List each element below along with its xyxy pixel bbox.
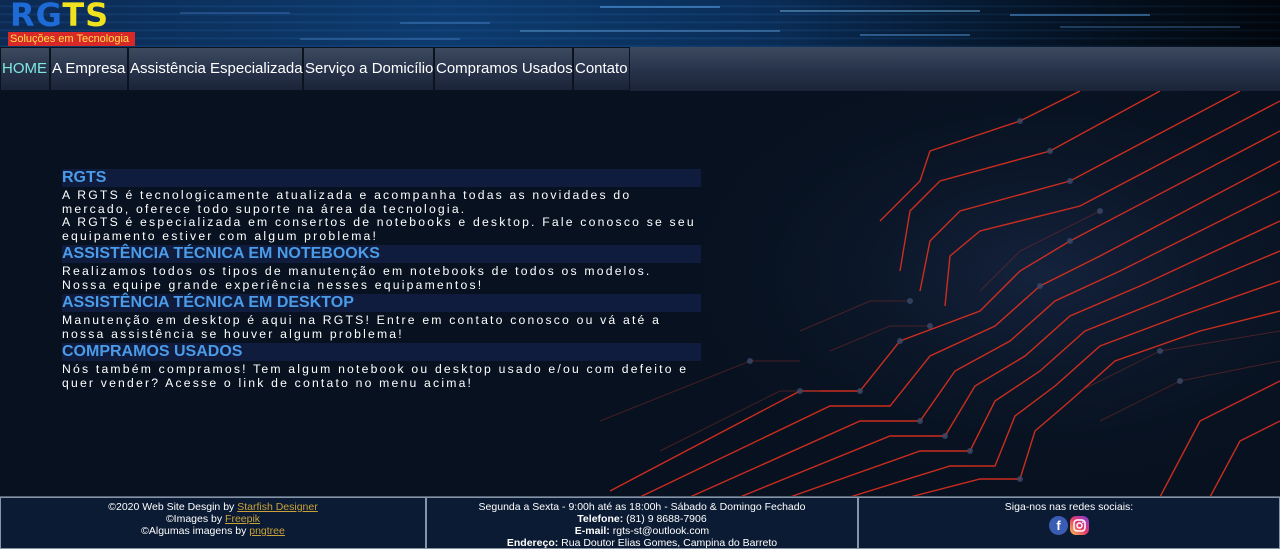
starfish-designer-link[interactable]: Starfish Designer xyxy=(237,501,318,513)
credits-text: ©2020 Web Site Desgin by xyxy=(108,501,238,513)
section-title: ASSISTÊNCIA TÉCNICA EM NOTEBOOKS xyxy=(62,245,701,263)
main-nav: HOME A Empresa Assistência Especializada… xyxy=(0,47,1280,91)
section-compramos-usados: COMPRAMOS USADOS Nós também compramos! T… xyxy=(62,343,701,390)
section-desktop: ASSISTÊNCIA TÉCNICA EM DESKTOP Manutençã… xyxy=(62,294,701,341)
section-rgts: RGTS A RGTS é tecnologicamente atualizad… xyxy=(62,169,701,243)
credits-text: ©Images by xyxy=(165,513,226,525)
email-address: rgts-st@outlook.com xyxy=(612,525,710,537)
instagram-glyph xyxy=(1073,519,1086,532)
nav-item-contato[interactable]: Contato xyxy=(573,47,630,91)
section-title: COMPRAMOS USADOS xyxy=(62,343,701,361)
business-hours: Segunda a Sexta - 9:00h até as 18:00h - … xyxy=(478,501,806,513)
logo-subtitle: Soluções em Tecnologia xyxy=(8,32,135,46)
freepik-link[interactable]: Freepik xyxy=(225,513,260,525)
nav-item-a-empresa[interactable]: A Empresa xyxy=(50,47,128,91)
section-paragraph: A RGTS é tecnologicamente atualizada e a… xyxy=(62,188,632,216)
facebook-icon[interactable]: f xyxy=(1049,516,1068,535)
logo-text: RGTS xyxy=(10,0,110,34)
footer-contact: Segunda a Sexta - 9:00h até as 18:00h - … xyxy=(426,497,858,549)
section-paragraph: Realizamos todos os tipos de manutenção … xyxy=(62,264,652,292)
pngtree-link[interactable]: pngtree xyxy=(249,525,285,537)
footer-credits: ©2020 Web Site Desgin by Starfish Design… xyxy=(0,497,426,549)
email-label: E-mail: xyxy=(574,525,610,537)
social-label: Siga-nos nas redes sociais: xyxy=(1004,501,1134,513)
address-label: Endereço: xyxy=(506,537,559,549)
section-paragraph: A RGTS é especializada em consertos de n… xyxy=(62,215,696,243)
footer: ©2020 Web Site Desgin by Starfish Design… xyxy=(0,496,1280,549)
section-notebooks: ASSISTÊNCIA TÉCNICA EM NOTEBOOKS Realiza… xyxy=(62,245,701,292)
phone-number: (81) 9 8688-7906 xyxy=(626,513,707,525)
section-paragraph: Nós também compramos! Tem algum notebook… xyxy=(62,362,689,390)
social-links: f xyxy=(859,516,1279,535)
section-title: ASSISTÊNCIA TÉCNICA EM DESKTOP xyxy=(62,294,701,312)
credits-text: ©Algumas imagens by xyxy=(141,525,250,537)
site-logo[interactable]: RGTS Soluções em Tecnologia xyxy=(5,0,135,46)
main-content: RGTS A RGTS é tecnologicamente atualizad… xyxy=(62,169,701,390)
instagram-icon[interactable] xyxy=(1070,516,1089,535)
nav-item-servico-a-domicilio[interactable]: Serviço a Domicílio xyxy=(303,47,434,91)
nav-item-assistencia-especializada[interactable]: Assistência Especializada xyxy=(128,47,303,91)
address-text: Rua Doutor Elias Gomes, Campina do Barre… xyxy=(561,537,778,549)
nav-item-compramos-usados[interactable]: Compramos Usados xyxy=(434,47,573,91)
nav-item-home[interactable]: HOME xyxy=(0,47,50,91)
circuit-background-image xyxy=(600,91,1280,497)
section-title: RGTS xyxy=(62,169,701,187)
footer-social: Siga-nos nas redes sociais: f xyxy=(858,497,1280,549)
phone-label: Telefone: xyxy=(577,513,624,525)
header-banner: RGTS Soluções em Tecnologia xyxy=(0,0,1280,47)
section-paragraph: Manutenção em desktop é aqui na RGTS! En… xyxy=(62,313,662,341)
